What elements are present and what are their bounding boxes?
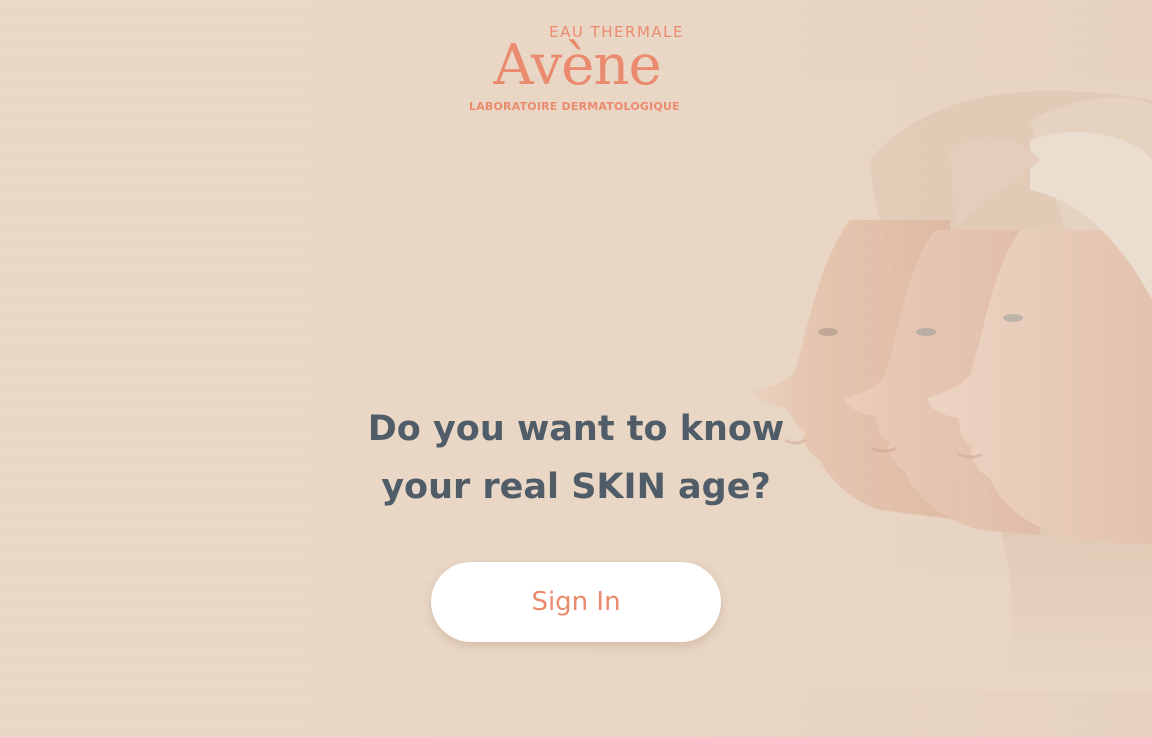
- headline-line-1: Do you want to know: [367, 409, 785, 449]
- aging-faces-image: [700, 80, 1152, 690]
- logo-tagline-bottom: LABORATOIRE DERMATOLOGIQUE: [469, 100, 680, 113]
- headline-line-2: your real SKIN age?: [381, 467, 771, 507]
- hero-headline: Do you want to know your real SKIN age?: [276, 400, 876, 516]
- sign-in-button[interactable]: Sign In: [431, 562, 721, 642]
- avene-logo: EAU THERMALE Avène LABORATOIRE DERMATOLO…: [466, 20, 688, 120]
- logo-brand-name: Avène: [493, 33, 661, 98]
